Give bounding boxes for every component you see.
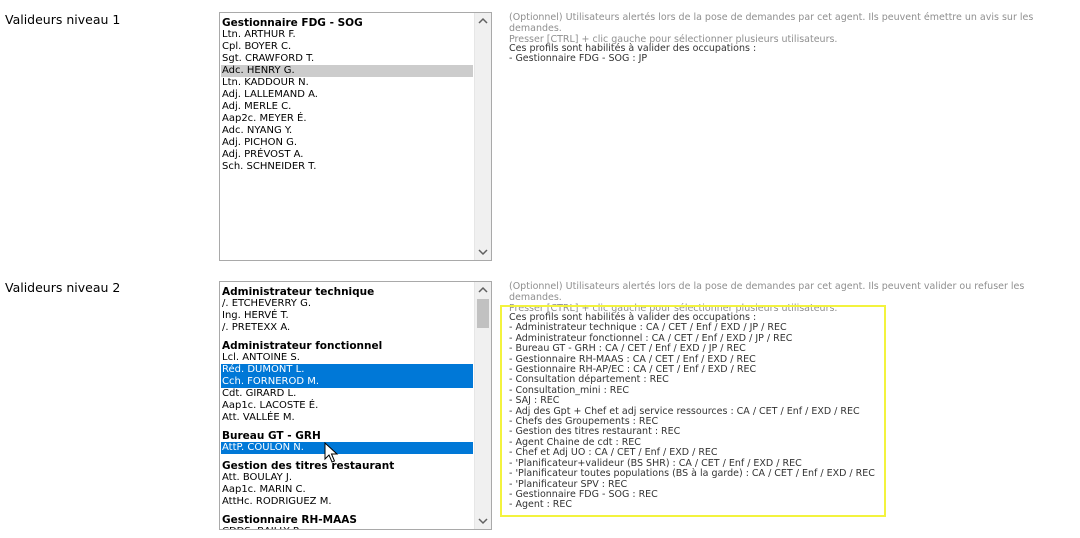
list-option[interactable]: AttHc. RODRIGUEZ M. [221,496,473,508]
list-option[interactable]: Aap2c. MEYER É. [221,113,473,125]
list-option[interactable]: Ing. HERVÉ T. [221,310,473,322]
validators-level1-scrollbar[interactable] [474,13,491,260]
validators-level2-label: Valideurs niveau 2 [5,280,121,295]
option-group-label: Gestionnaire FDG - SOG [222,17,363,29]
list-option[interactable]: Sch. SCHNEIDER T. [221,161,473,173]
list-option[interactable]: Adj. PICHON G. [221,137,473,149]
profiles-list: - Administrateur technique : CA / CET / … [509,322,875,511]
list-option[interactable]: Ltn. ARTHUR F. [221,29,473,41]
validators-level1-label: Valideurs niveau 1 [5,12,121,27]
help-line-1: (Optionnel) Utilisateurs alertés lors de… [509,12,1034,34]
option-group-label: Administrateur fonctionnel [222,340,383,352]
list-option[interactable]: Sgt. CRAWFORD T. [221,53,473,65]
validators-level2-scrollbar[interactable] [474,282,491,529]
list-option[interactable]: CDDS. BAILLY P. [221,526,473,529]
list-option[interactable]: Aap1c. MARIN C. [221,484,473,496]
validators-level1-options: Gestionnaire FDG - SOG Ltn. ARTHUR F. Cpl.… [221,17,473,173]
help-line-1: (Optionnel) Utilisateurs alertés lors de… [509,281,1025,303]
list-option[interactable]: Adj. LALLEMAND A. [221,89,473,101]
validators-level1-profiles: Ces profils sont habilités à valider des… [509,43,756,65]
validators-level1-listbox[interactable]: Gestionnaire FDG - SOG Ltn. ARTHUR F. Cpl.… [219,12,492,261]
option-group-label: Gestionnaire RH-MAAS [222,514,357,526]
list-option[interactable]: Cdt. GIRARD L. [221,388,473,400]
list-option[interactable]: Ltn. KADDOUR N. [221,77,473,89]
validators-level2-listbox[interactable]: Administrateur technique/. ETCHEVERRY G.… [219,281,492,530]
option-group-label: Administrateur technique [222,286,375,298]
option-group-label: Gestion des titres restaurant [222,460,395,472]
list-option[interactable]: Cpl. BOYER C. [221,41,473,53]
list-option[interactable]: /. PRETEXX A. [221,322,473,334]
scroll-up-arrow-icon[interactable] [475,13,491,29]
scroll-down-arrow-icon[interactable] [475,244,491,260]
list-option[interactable]: Adc. HENRY G. [221,65,473,77]
profile-line: - Consultation_mini : REC [509,384,630,396]
validators-level2-profiles: Ces profils sont habilités à valider des… [509,312,875,511]
profile-line: - Gestionnaire FDG - SOG : JP [509,53,648,65]
list-option[interactable]: Adc. NYANG Y. [221,125,473,137]
profile-line: - 'Planificateur toutes populations (BS … [509,468,875,480]
list-option[interactable]: AttP. COULON N. [221,442,473,454]
list-option[interactable]: Lcl. ANTOINE S. [221,352,473,364]
option-group-label: Bureau GT - GRH [222,430,321,442]
scroll-up-arrow-icon[interactable] [475,282,491,298]
list-option[interactable]: Cch. FORNEROD M. [221,376,473,388]
validators-level1-help: (Optionnel) Utilisateurs alertés lors de… [509,12,1069,45]
list-option[interactable]: /. ETCHEVERRY G. [221,298,473,310]
scroll-down-arrow-icon[interactable] [475,513,491,529]
profiles-list: - Gestionnaire FDG - SOG : JP [509,53,756,65]
list-option[interactable]: Att. VALLÉE M. [221,412,473,424]
list-option[interactable]: Att. BOULAY J. [221,472,473,484]
scrollbar-thumb[interactable] [477,299,489,328]
profile-line: - Agent : REC [509,499,573,511]
list-option[interactable]: Adj. PRÉVOST A. [221,149,473,161]
list-option[interactable]: Réd. DUMONT L. [221,364,473,376]
mouse-cursor-icon [324,442,339,463]
list-option[interactable]: Adj. MERLE C. [221,101,473,113]
list-option[interactable]: Aap1c. LACOSTE É. [221,400,473,412]
validators-level2-options: Administrateur technique/. ETCHEVERRY G.… [221,286,473,529]
